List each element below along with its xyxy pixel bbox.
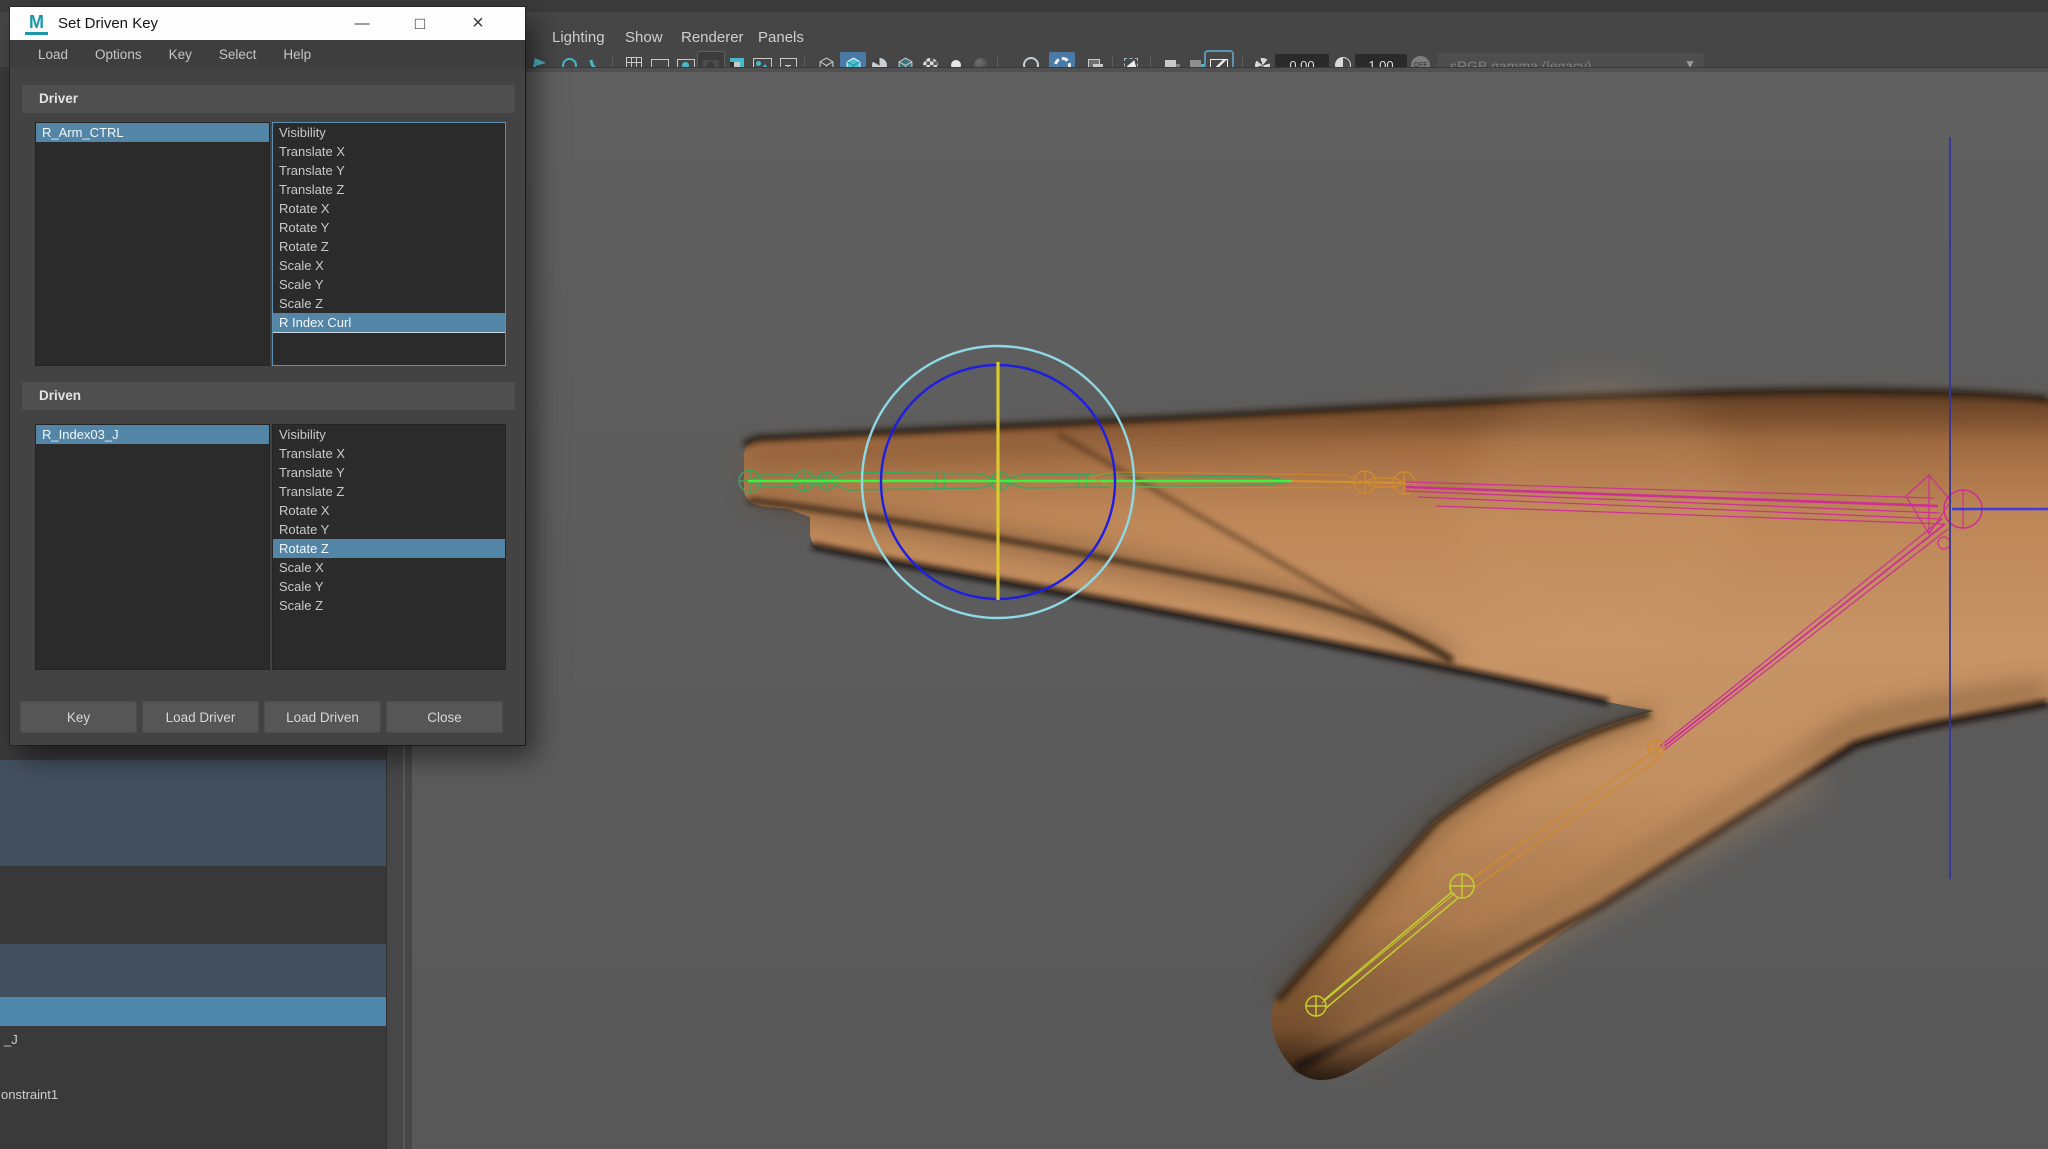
- close-button[interactable]: ×: [461, 7, 495, 40]
- close-dialog-button[interactable]: Close: [386, 701, 503, 733]
- menu-options[interactable]: Options: [95, 47, 142, 62]
- outliner-item-label[interactable]: onstraint1: [1, 1086, 58, 1104]
- panel-menu-lighting[interactable]: Lighting: [552, 27, 605, 49]
- attribute-item[interactable]: Translate Y: [273, 463, 505, 482]
- load-driver-button[interactable]: Load Driver: [142, 701, 259, 733]
- attribute-item[interactable]: Rotate X: [273, 199, 505, 218]
- menu-select[interactable]: Select: [219, 47, 257, 62]
- dialog-titlebar[interactable]: M Set Driven Key — □ ×: [10, 7, 525, 40]
- attribute-item[interactable]: Visibility: [273, 425, 505, 444]
- outliner-row[interactable]: [0, 866, 386, 944]
- attribute-item[interactable]: Translate Y: [273, 161, 505, 180]
- dialog-button-row: Key Load Driver Load Driven Close: [20, 701, 503, 733]
- outliner-row-highlighted[interactable]: [0, 944, 386, 997]
- attribute-item[interactable]: Rotate Y: [273, 218, 505, 237]
- set-driven-key-dialog: M Set Driven Key — □ × Load Options Key …: [10, 7, 525, 745]
- attribute-item[interactable]: Translate X: [273, 444, 505, 463]
- attribute-item[interactable]: Visibility: [273, 123, 505, 142]
- driven-object-list[interactable]: R_Index03_J: [35, 424, 270, 670]
- key-button[interactable]: Key: [20, 701, 137, 733]
- driven-object-item[interactable]: R_Index03_J: [36, 425, 269, 444]
- maya-logo-icon: M: [25, 12, 48, 35]
- dialog-menubar: Load Options Key Select Help: [10, 40, 525, 69]
- menu-key[interactable]: Key: [169, 47, 192, 62]
- dialog-title: Set Driven Key: [58, 7, 158, 40]
- driven-section-header: Driven: [22, 382, 515, 410]
- viewport-top-shadow: [412, 68, 2048, 72]
- attribute-item[interactable]: Translate Z: [273, 482, 505, 501]
- outliner-item-label[interactable]: _J: [4, 1031, 18, 1049]
- viewport-3d[interactable]: [412, 68, 2048, 1149]
- outliner-row-highlighted[interactable]: [0, 760, 386, 866]
- driver-section-header: Driver: [22, 85, 515, 113]
- attribute-item[interactable]: Rotate Y: [273, 520, 505, 539]
- attribute-item[interactable]: Scale X: [273, 558, 505, 577]
- attribute-item[interactable]: Scale Y: [273, 275, 505, 294]
- panel-menu-renderer[interactable]: Renderer: [681, 27, 744, 49]
- maximize-button[interactable]: □: [403, 7, 437, 40]
- attribute-item[interactable]: Scale Z: [273, 596, 505, 615]
- attribute-item[interactable]: Translate X: [273, 142, 505, 161]
- panel-menu-show[interactable]: Show: [625, 27, 663, 49]
- minimize-button[interactable]: —: [345, 7, 379, 40]
- attribute-item[interactable]: Rotate Z: [273, 237, 505, 256]
- attribute-item[interactable]: Translate Z: [273, 180, 505, 199]
- outliner-row-selected[interactable]: [0, 997, 386, 1026]
- driven-attribute-list[interactable]: Visibility Translate X Translate Y Trans…: [272, 424, 506, 670]
- driver-attribute-list[interactable]: Visibility Translate X Translate Y Trans…: [272, 122, 506, 366]
- menu-load[interactable]: Load: [38, 47, 68, 62]
- driver-object-list[interactable]: R_Arm_CTRL: [35, 122, 270, 366]
- attribute-item-selected[interactable]: Rotate Z: [273, 539, 505, 558]
- attribute-item[interactable]: Scale Z: [273, 294, 505, 313]
- driver-object-item[interactable]: R_Arm_CTRL: [36, 123, 269, 142]
- menu-help[interactable]: Help: [283, 47, 311, 62]
- attribute-item[interactable]: Rotate X: [273, 501, 505, 520]
- attribute-item-selected[interactable]: R Index Curl: [273, 313, 505, 332]
- load-driven-button[interactable]: Load Driven: [264, 701, 381, 733]
- attribute-item[interactable]: Scale Y: [273, 577, 505, 596]
- attribute-item[interactable]: Scale X: [273, 256, 505, 275]
- panel-menu-panels[interactable]: Panels: [758, 27, 804, 49]
